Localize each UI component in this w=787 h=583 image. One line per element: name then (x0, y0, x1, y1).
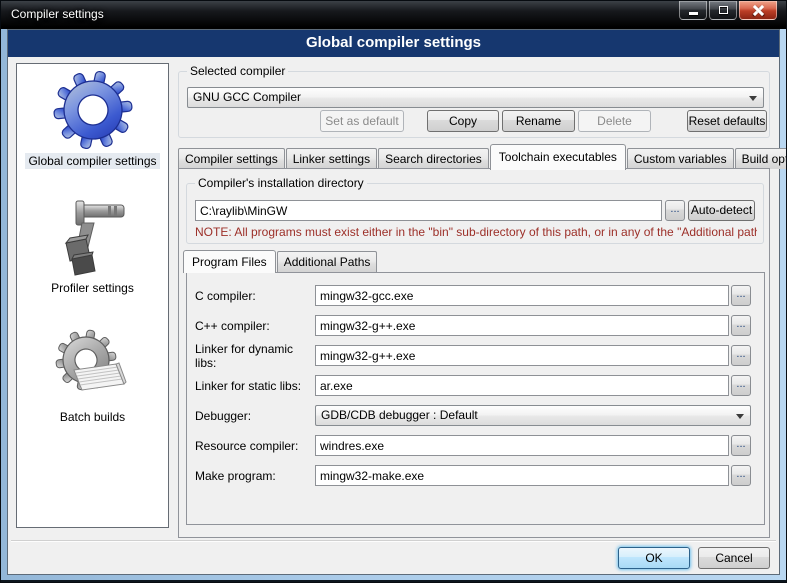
browse-resource-compiler-button[interactable]: ... (731, 435, 751, 456)
gray-gear-papers-icon (51, 326, 135, 406)
browse-directory-button[interactable]: ... (665, 200, 685, 221)
dialog-body: Global compiler settings (7, 29, 780, 575)
copy-button[interactable]: Copy (427, 110, 499, 132)
field-row-make-program: Make program: ... (195, 465, 751, 486)
field-label: Linker for dynamic libs: (195, 342, 315, 370)
chevron-down-icon (736, 414, 744, 419)
field-row-resource-compiler: Resource compiler: ... (195, 435, 751, 456)
installation-directory-group: Compiler's installation directory ... Au… (186, 183, 764, 244)
window-controls (679, 1, 777, 20)
selected-compiler-group-label: Selected compiler (187, 64, 288, 78)
program-files-tabbar: Program Files Additional Paths (183, 251, 769, 272)
sidebar-item-global-compiler-settings[interactable]: Global compiler settings (17, 70, 168, 169)
set-as-default-button[interactable]: Set as default (320, 110, 404, 132)
field-row-static-linker: Linker for static libs: ... (195, 375, 751, 396)
tab-linker-settings[interactable]: Linker settings (286, 148, 377, 169)
static-linker-input[interactable] (315, 375, 729, 396)
auto-detect-button[interactable]: Auto-detect (688, 200, 755, 221)
field-row-debugger: Debugger: GDB/CDB debugger : Default (195, 405, 751, 426)
delete-button[interactable]: Delete (578, 110, 651, 132)
ok-button[interactable]: OK (618, 547, 690, 569)
field-label: Make program: (195, 469, 315, 483)
sidebar-item-label: Global compiler settings (25, 153, 159, 169)
installation-directory-input[interactable] (195, 200, 662, 221)
sidebar-item-label: Profiler settings (48, 280, 137, 296)
c-compiler-input[interactable] (315, 285, 729, 306)
close-button[interactable] (739, 1, 777, 20)
installation-directory-row: ... Auto-detect (195, 200, 755, 221)
caliper-icon (51, 197, 135, 277)
tab-toolchain-executables[interactable]: Toolchain executables (490, 144, 626, 170)
cpp-compiler-input[interactable] (315, 315, 729, 336)
sidebar-item-label: Batch builds (57, 409, 128, 425)
installation-directory-group-label: Compiler's installation directory (195, 176, 367, 190)
close-icon (753, 5, 764, 16)
field-label: C++ compiler: (195, 319, 315, 333)
tab-search-directories[interactable]: Search directories (378, 148, 489, 169)
chevron-down-icon (749, 96, 757, 101)
toolchain-executables-page: Compiler's installation directory ... Au… (178, 168, 770, 538)
sidebar-item-profiler-settings[interactable]: Profiler settings (17, 197, 168, 296)
field-label: Debugger: (195, 409, 315, 423)
dynamic-linker-input[interactable] (315, 345, 729, 366)
compiler-settings-window: Compiler settings Global compiler settin… (0, 0, 787, 583)
program-files-panel: C compiler: ... C++ compiler: ... Linker… (186, 272, 765, 525)
rename-button[interactable]: Rename (502, 110, 575, 132)
footer-divider (11, 540, 776, 542)
titlebar[interactable]: Compiler settings (1, 1, 786, 29)
minimize-button[interactable] (679, 1, 707, 20)
settings-category-list: Global compiler settings (16, 63, 169, 528)
browse-static-linker-button[interactable]: ... (731, 375, 751, 396)
maximize-icon (719, 6, 728, 14)
main-panel: Selected compiler GNU GCC Compiler Set a… (178, 30, 771, 576)
cancel-button[interactable]: Cancel (698, 547, 770, 569)
debugger-select-value: GDB/CDB debugger : Default (321, 408, 478, 422)
browse-c-compiler-button[interactable]: ... (731, 285, 751, 306)
reset-defaults-button[interactable]: Reset defaults (687, 110, 767, 132)
sidebar-item-batch-builds[interactable]: Batch builds (17, 326, 168, 425)
compiler-actions: Set as default Copy Rename Delete Reset … (179, 110, 769, 132)
resource-compiler-input[interactable] (315, 435, 729, 456)
browse-make-program-button[interactable]: ... (731, 465, 751, 486)
field-row-dynamic-linker: Linker for dynamic libs: ... (195, 345, 751, 366)
field-row-c-compiler: C compiler: ... (195, 285, 751, 306)
minimize-icon (689, 12, 698, 15)
field-label: C compiler: (195, 289, 315, 303)
blue-gear-icon (51, 70, 135, 150)
field-row-cpp-compiler: C++ compiler: ... (195, 315, 751, 336)
compiler-select-value: GNU GCC Compiler (193, 90, 301, 104)
field-label: Resource compiler: (195, 439, 315, 453)
tab-program-files[interactable]: Program Files (183, 250, 276, 273)
make-program-input[interactable] (315, 465, 729, 486)
tab-build-options[interactable]: Build options (735, 148, 787, 169)
window-title: Compiler settings (11, 1, 104, 27)
tab-compiler-settings[interactable]: Compiler settings (178, 148, 285, 169)
settings-tabbar: Compiler settings Linker settings Search… (178, 143, 771, 169)
bin-subdirectory-note: NOTE: All programs must exist either in … (195, 225, 757, 239)
tab-custom-variables[interactable]: Custom variables (627, 148, 734, 169)
browse-cpp-compiler-button[interactable]: ... (731, 315, 751, 336)
selected-compiler-group: Selected compiler GNU GCC Compiler Set a… (178, 71, 770, 138)
browse-dynamic-linker-button[interactable]: ... (731, 345, 751, 366)
field-label: Linker for static libs: (195, 379, 315, 393)
debugger-select[interactable]: GDB/CDB debugger : Default (315, 405, 751, 426)
maximize-button[interactable] (709, 1, 737, 20)
tab-additional-paths[interactable]: Additional Paths (277, 251, 378, 272)
compiler-select[interactable]: GNU GCC Compiler (187, 87, 764, 108)
